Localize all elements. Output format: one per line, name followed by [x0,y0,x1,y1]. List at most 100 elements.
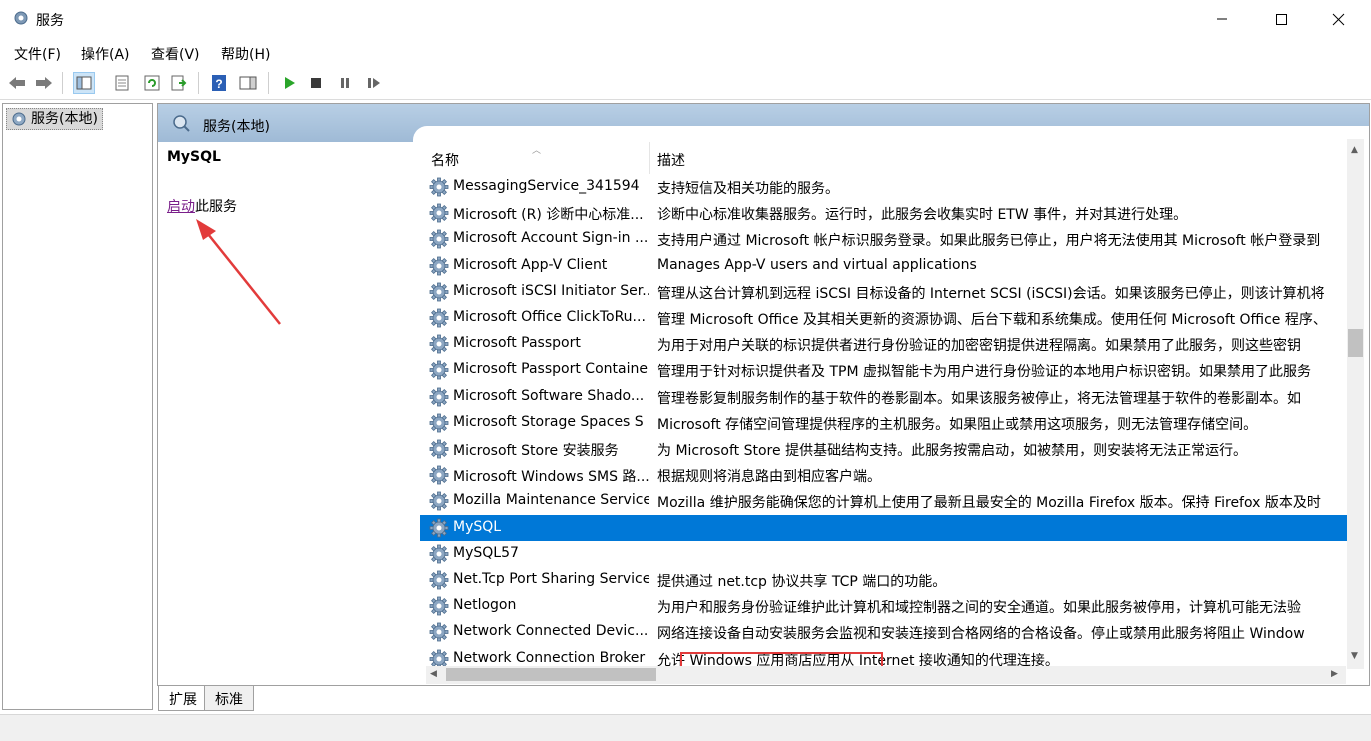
menu-file[interactable]: 文件(F) [14,44,61,64]
service-description: 管理用于针对标识提供者及 TPM 虚拟智能卡为用户进行身份验证的本地用户标识密钥… [657,364,1311,380]
service-row[interactable]: Microsoft Account Sign-in ... 支持用户通过 Micr… [420,226,1347,252]
view-tabs: 扩展 标准 [157,686,1370,712]
pause-service-button[interactable] [334,72,356,94]
window-title: 服务 [36,13,64,29]
start-service-link[interactable]: 启动 [167,199,195,215]
status-bar [0,714,1371,741]
services-gear-icon [12,112,26,126]
column-header-name[interactable]: 名称 [431,150,459,170]
search-services-icon [173,115,190,132]
forward-button[interactable] [33,72,55,94]
service-name: Microsoft (R) 诊断中心标准... [453,207,644,223]
horizontal-scrollbar-thumb[interactable] [446,668,656,681]
service-name: Mozilla Maintenance Service [453,492,649,508]
service-gear-icon [429,439,449,459]
service-name: Microsoft iSCSI Initiator Ser... [453,283,649,299]
help-icon: ? [212,75,226,91]
maximize-icon [1276,14,1287,25]
properties-icon [115,75,129,91]
service-row[interactable]: Netlogon 为用户和服务身份验证维护此计算机和域控制器之间的安全通道。如果此… [420,593,1347,619]
service-row[interactable]: Network Connected Devic... 网络连接设备自动安装服务会监… [420,619,1347,645]
service-row[interactable]: Microsoft Software Shado... 管理卷影复制服务制作的基于… [420,384,1347,410]
show-hide-console-tree-button[interactable] [73,72,95,94]
service-description: 管理卷影复制服务制作的基于软件的卷影副本。如果该服务被停止，将无法管理基于软件的… [657,391,1301,407]
pause-service-icon [341,78,349,88]
start-service-icon [285,77,295,89]
vertical-scrollbar-thumb[interactable] [1348,329,1363,357]
service-row[interactable]: Microsoft Windows SMS 路... 根据规则将消息路由到相应客户… [420,462,1347,488]
service-name: MySQL57 [453,545,519,561]
service-row[interactable]: MessagingService_341594 支持短信及相关功能的服务。 [420,174,1347,200]
services-gear-icon [14,11,28,25]
properties-button[interactable] [111,72,133,94]
service-name: MessagingService_341594 [453,178,640,194]
column-divider[interactable] [649,142,650,174]
service-description: Microsoft 存储空间管理提供程序的主机服务。如果阻止或禁用这项服务，则无… [657,417,1258,433]
menu-view[interactable]: 查看(V) [151,44,200,64]
scroll-left-icon[interactable]: ◀ [430,669,437,679]
stop-service-icon [311,78,321,88]
service-name: Net.Tcp Port Sharing Service [453,571,649,587]
toolbar-separator [268,72,269,94]
horizontal-scrollbar[interactable]: ◀ ▶ [426,666,1346,684]
scroll-right-icon[interactable]: ▶ [1331,669,1338,679]
service-row[interactable]: Microsoft App-V Client Manages App-V user… [420,253,1347,279]
vertical-scrollbar[interactable]: ▲ ▼ [1347,139,1364,669]
service-row[interactable]: Net.Tcp Port Sharing Service 提供通过 net.tcp… [420,567,1347,593]
list-rows: MessagingService_341594 支持短信及相关功能的服务。 Micr… [420,174,1347,666]
scroll-down-icon[interactable]: ▼ [1351,651,1358,661]
show-hide-console-tree-icon [76,76,92,90]
service-gear-icon [429,465,449,485]
service-row[interactable]: Microsoft (R) 诊断中心标准... 诊断中心标准收集器服务。运行时，此… [420,200,1347,226]
service-description: 为 Microsoft Store 提供基础结构支持。此服务按需启动，如被禁用，… [657,443,1248,459]
scroll-up-icon[interactable]: ▲ [1351,145,1358,155]
start-service-button[interactable] [278,72,300,94]
service-row[interactable]: Microsoft iSCSI Initiator Ser... 管理从这台计算机… [420,279,1347,305]
menu-help[interactable]: 帮助(H) [221,44,270,64]
service-row[interactable]: Mozilla Maintenance Service Mozilla 维护服务能… [420,488,1347,514]
minimize-button[interactable] [1199,0,1245,38]
help-button[interactable]: ? [208,72,230,94]
export-list-icon [171,75,187,91]
service-name: Microsoft Office ClickToRu... [453,309,646,325]
tab-extended[interactable]: 扩展 [158,686,208,711]
list-header: ︿ 名称 描述 [420,142,1369,174]
stop-service-button[interactable] [305,72,327,94]
service-description: 诊断中心标准收集器服务。运行时，此服务会收集实时 ETW 事件，并对其进行处理。 [657,207,1188,223]
close-icon [1332,13,1345,26]
service-row[interactable]: Microsoft Office ClickToRu... 管理 Microsof… [420,305,1347,331]
service-row[interactable]: Microsoft Store 安装服务 为 Microsoft Store 提供… [420,436,1347,462]
selected-service-name: MySQL [167,149,221,165]
service-description: 根据规则将消息路由到相应客户端。 [657,469,881,485]
tree-item-services-local[interactable]: 服务(本地) [6,108,103,130]
refresh-icon [144,75,160,91]
service-action-line: 启动此服务 [167,196,237,216]
service-gear-icon [429,570,449,590]
resume-service-button[interactable] [363,72,385,94]
service-description: 允许 Windows 应用商店应用从 Internet 接收通知的代理连接。 [657,653,1059,666]
service-name: Microsoft Passport Container [453,361,649,377]
service-row[interactable]: Microsoft Storage Spaces S Microsoft 存储空间… [420,410,1347,436]
title-bar: 服务 [0,0,1371,38]
service-row[interactable]: MySQL57 [420,541,1347,567]
service-gear-icon [429,544,449,564]
back-button[interactable] [6,72,28,94]
back-icon [9,77,25,89]
column-header-description[interactable]: 描述 [657,150,685,170]
close-button[interactable] [1315,0,1361,38]
show-hide-action-pane-button[interactable] [237,72,259,94]
service-row[interactable]: Network Connection Broker 允许 Windows 应用商店… [420,646,1347,666]
export-list-button[interactable] [168,72,190,94]
service-gear-icon [429,649,449,666]
service-row[interactable]: MySQL [420,515,1347,541]
tab-standard[interactable]: 标准 [204,686,254,711]
service-gear-icon [429,203,449,223]
tree-item-label: 服务(本地) [31,111,98,127]
menu-action[interactable]: 操作(A) [81,44,130,64]
maximize-button[interactable] [1259,0,1305,38]
service-gear-icon [429,622,449,642]
service-row[interactable]: Microsoft Passport 为用于对用户关联的标识提供者进行身份验证的加… [420,331,1347,357]
service-name: Microsoft Software Shado... [453,388,645,404]
service-row[interactable]: Microsoft Passport Container 管理用于针对标识提供者及… [420,357,1347,383]
refresh-button[interactable] [141,72,163,94]
